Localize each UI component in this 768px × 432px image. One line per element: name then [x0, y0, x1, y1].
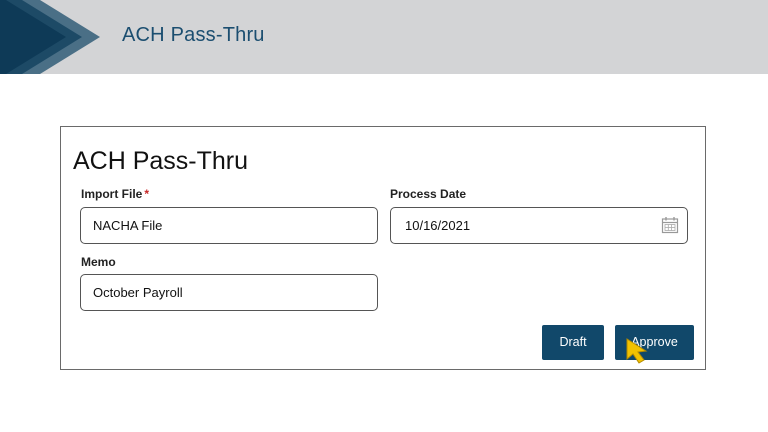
- import-file-label-text: Import File: [81, 187, 143, 201]
- process-date-field[interactable]: 10/16/2021: [390, 207, 688, 244]
- memo-label: Memo: [81, 255, 116, 269]
- memo-field[interactable]: October Payroll: [80, 274, 378, 311]
- form-title: ACH Pass-Thru: [73, 147, 249, 175]
- ach-form-card: ACH Pass-Thru Import File * NACHA File Pr…: [60, 126, 706, 370]
- calendar-icon[interactable]: [661, 216, 679, 234]
- process-date-value: 10/16/2021: [405, 218, 471, 233]
- header-banner: ACH Pass-Thru: [0, 0, 768, 74]
- import-file-label: Import File *: [81, 187, 149, 201]
- chevron-logo-icon: [0, 0, 100, 74]
- import-file-field[interactable]: NACHA File: [80, 207, 378, 244]
- memo-value: October Payroll: [93, 285, 183, 300]
- draft-button[interactable]: Draft: [542, 325, 604, 360]
- header-title: ACH Pass-Thru: [122, 24, 265, 46]
- process-date-label: Process Date: [390, 187, 467, 201]
- required-asterisk: *: [144, 187, 150, 201]
- import-file-value: NACHA File: [93, 218, 163, 233]
- pointer-cursor-icon: [626, 338, 648, 364]
